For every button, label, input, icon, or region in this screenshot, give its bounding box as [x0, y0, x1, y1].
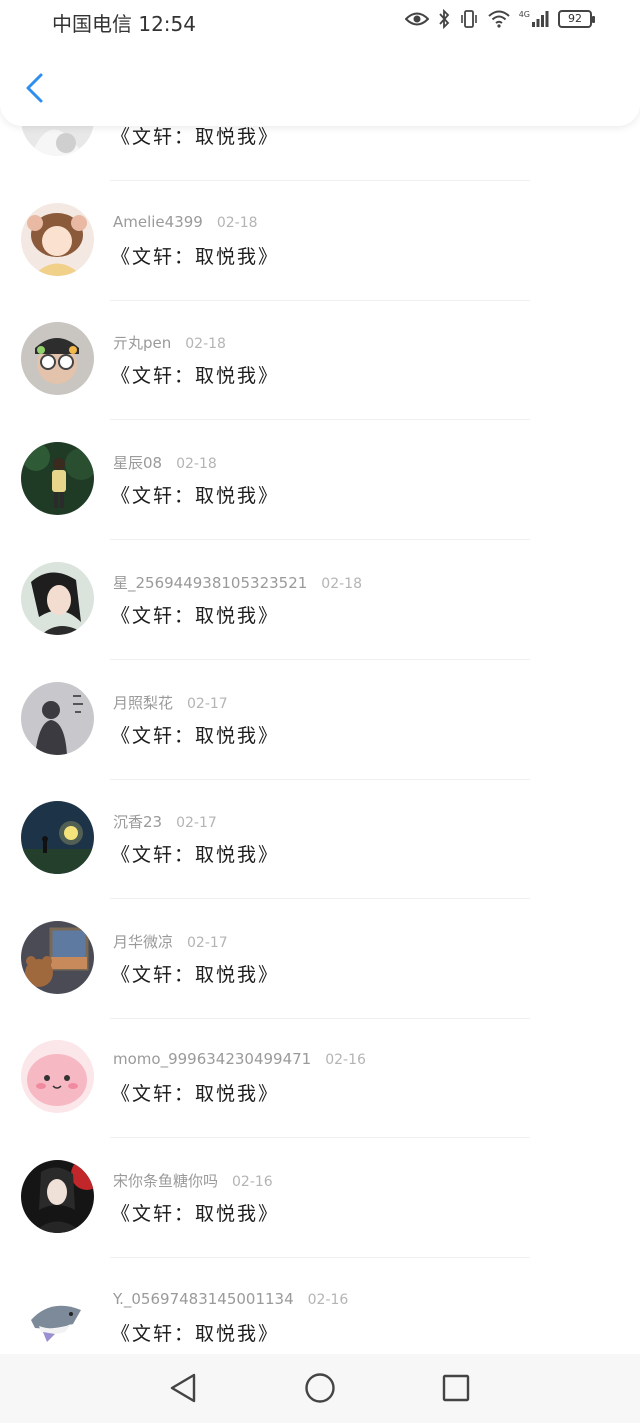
comment-date: 02-17 — [187, 935, 228, 951]
comment-meta: 沉香23 02-17 — [113, 811, 217, 832]
divider — [110, 779, 530, 780]
comment-meta: 星_2569449381053235​21 02-18 — [113, 572, 362, 593]
comment-meta: momo_999634230499471 02-16 — [113, 1050, 366, 1068]
avatar[interactable] — [21, 562, 94, 635]
username[interactable]: 沉香23 — [113, 813, 162, 831]
wifi-icon — [488, 10, 510, 28]
username[interactable]: 月照梨花 — [113, 694, 173, 712]
comment-text: 《文轩：取悦我》 — [111, 964, 280, 986]
list-item[interactable]: 月华微凉 02-17 《文轩：取悦我》 — [0, 901, 640, 1021]
comment-meta: 星辰08 02-18 — [113, 452, 217, 473]
comment-date: 02-16 — [307, 1292, 349, 1308]
avatar[interactable] — [21, 203, 94, 276]
status-bar: 中国电信 12:54 4G 92 — [0, 0, 640, 44]
comment-text: 《文轩：取悦我》 — [111, 485, 280, 507]
comment-text: 《文轩：取悦我》 — [111, 1203, 280, 1225]
comment-date: 02-17 — [176, 815, 217, 831]
comment-list: 《文轩：取悦我》 Amelie4399 02-18 《文轩：取悦我》 亓丸pen 0… — [0, 0, 640, 1423]
battery-icon: 92 — [558, 10, 595, 28]
divider — [110, 300, 530, 301]
avatar[interactable] — [21, 682, 94, 755]
comment-text: 《文轩：取悦我》 — [111, 246, 280, 268]
comment-text: 《文轩：取悦我》 — [111, 605, 280, 627]
avatar[interactable] — [21, 1040, 94, 1113]
recents-square-icon — [442, 1374, 470, 1402]
comment-text: 《文轩：取悦我》 — [111, 725, 280, 747]
comment-date: 02-17 — [187, 696, 228, 712]
list-item[interactable]: Amelie4399 02-18 《文轩：取悦我》 — [0, 183, 640, 303]
avatar[interactable] — [21, 1280, 94, 1353]
list-item[interactable]: 月照梨花 02-17 《文轩：取悦我》 — [0, 662, 640, 782]
back-triangle-icon — [170, 1373, 196, 1403]
system-nav-bar — [0, 1354, 640, 1423]
comment-date: 02-18 — [321, 576, 362, 592]
divider — [110, 1018, 530, 1019]
username[interactable]: momo_999634230499471 — [113, 1050, 311, 1068]
list-item[interactable]: 亓丸pen 02-18 《文轩：取悦我》 — [0, 302, 640, 422]
username[interactable]: 星辰08 — [113, 454, 162, 472]
divider — [110, 539, 530, 540]
avatar[interactable] — [21, 801, 94, 874]
comment-date: 02-18 — [216, 215, 258, 231]
comment-text: 《文轩：取悦我》 — [111, 126, 280, 148]
avatar[interactable] — [21, 1160, 94, 1233]
username[interactable]: 亓丸pen — [113, 334, 171, 352]
divider — [110, 1137, 530, 1138]
avatar[interactable] — [21, 322, 94, 395]
comment-date: 02-16 — [232, 1174, 273, 1190]
carrier-label: 中国电信 — [52, 12, 132, 36]
nav-back-button[interactable] — [166, 1371, 200, 1405]
signal-icon — [532, 11, 549, 27]
vibrate-icon — [460, 10, 477, 28]
comment-meta: 亓丸pen 02-18 — [113, 332, 226, 353]
username[interactable]: 宋你条鱼糖你吗 — [113, 1172, 218, 1190]
comment-date: 02-18 — [176, 456, 217, 472]
comment-meta: 月照梨花 02-17 — [113, 692, 228, 713]
avatar[interactable] — [21, 442, 94, 515]
username[interactable]: Amelie4399 — [113, 213, 203, 231]
comment-text: 《文轩：取悦我》 — [111, 1083, 280, 1105]
divider — [110, 1257, 530, 1258]
username[interactable]: Y._05697483145001134 — [113, 1290, 294, 1308]
list-item[interactable]: 沉香23 02-17 《文轩：取悦我》 — [0, 781, 640, 901]
home-circle-icon — [305, 1373, 335, 1403]
bluetooth-icon — [439, 9, 449, 29]
divider — [110, 180, 530, 181]
status-icons: 4G 92 — [404, 9, 595, 29]
clock: 12:54 — [138, 12, 196, 36]
nav-home-button[interactable] — [303, 1371, 337, 1405]
divider — [110, 898, 530, 899]
comment-date: 02-16 — [325, 1052, 366, 1068]
eye-icon — [404, 12, 429, 26]
divider — [110, 419, 530, 420]
username[interactable]: 星_2569449381053235​21 — [113, 574, 307, 592]
username[interactable]: 月华微凉 — [113, 933, 173, 951]
avatar[interactable] — [21, 921, 94, 994]
comment-meta: 宋你条鱼糖你吗 02-16 — [113, 1170, 273, 1191]
comment-meta: Y._05697483145001134 02-16 — [113, 1290, 348, 1308]
comment-meta: Amelie4399 02-18 — [113, 213, 258, 231]
carrier-time: 中国电信 12:54 — [52, 8, 196, 37]
comment-meta: 月华微凉 02-17 — [113, 931, 228, 952]
network-label: 4G — [518, 9, 530, 19]
list-item[interactable]: momo_999634230499471 02-16 《文轩：取悦我》 — [0, 1020, 640, 1140]
list-item[interactable]: 星辰08 02-18 《文轩：取悦我》 — [0, 422, 640, 542]
comment-text: 《文轩：取悦我》 — [111, 365, 280, 387]
list-item[interactable]: 宋你条鱼糖你吗 02-16 《文轩：取悦我》 — [0, 1140, 640, 1260]
comment-text: 《文轩：取悦我》 — [111, 844, 280, 866]
divider — [110, 659, 530, 660]
back-button[interactable] — [16, 68, 52, 108]
list-item[interactable]: 星_2569449381053235​21 02-18 《文轩：取悦我》 — [0, 542, 640, 662]
comment-date: 02-18 — [185, 336, 226, 352]
nav-recents-button[interactable] — [439, 1371, 473, 1405]
header — [0, 44, 640, 126]
chevron-left-icon — [26, 73, 43, 103]
comment-text: 《文轩：取悦我》 — [111, 1323, 280, 1345]
